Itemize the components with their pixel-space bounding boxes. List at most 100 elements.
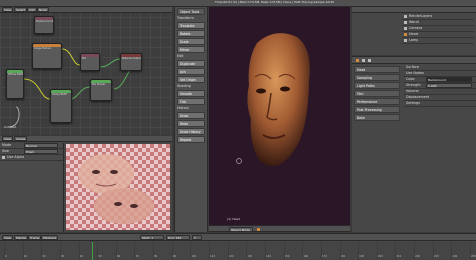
- node-links: [9, 48, 135, 128]
- top-info-text: Time:00:01.34 | Mem:174.5M, Peak:174.5M …: [215, 0, 335, 4]
- camera-icon: [404, 27, 407, 30]
- tool-redo[interactable]: Redo: [177, 120, 205, 127]
- timeline-tick-label: 150: [284, 255, 290, 258]
- tool-mirror[interactable]: Mirror: [177, 46, 205, 53]
- timeline-tick-label: 50: [98, 255, 102, 258]
- prop-value[interactable]: Prism: [24, 149, 58, 154]
- timeline[interactable]: View Marker Frame Playback Start: 1 End:…: [0, 233, 476, 260]
- prop-label: Mode: [2, 143, 12, 147]
- timeline-tick-label: 90: [172, 255, 177, 258]
- tool-flat[interactable]: Flat: [177, 98, 205, 105]
- tool-repeat[interactable]: Repeat: [177, 136, 205, 143]
- tool-scale[interactable]: Scale: [177, 38, 205, 45]
- outliner-item[interactable]: Lamp: [402, 38, 474, 44]
- outliner-item-label: Head: [409, 32, 418, 36]
- settings-button[interactable]: Bake: [354, 114, 400, 121]
- timeline-tick-label: 70: [135, 255, 139, 258]
- panel-header[interactable]: Settings: [404, 101, 476, 107]
- face-texture-map: [78, 154, 154, 224]
- node-diffuse-bsdf[interactable]: Diffuse BSDF: [6, 69, 24, 99]
- tool-rotate[interactable]: Rotate: [177, 30, 205, 37]
- properties-tabs: [352, 57, 476, 64]
- world-tab-icon[interactable]: [368, 59, 371, 62]
- outliner[interactable]: RenderLayers World Camera Head Lamp: [352, 7, 476, 55]
- panel-title: Surface: [406, 65, 419, 69]
- properties-editor[interactable]: Head Sampling Light Paths Film Performan…: [352, 56, 476, 232]
- tool-undo-history[interactable]: Undo History: [177, 128, 205, 135]
- tool-smooth[interactable]: Smooth: [177, 90, 205, 97]
- strength-field[interactable]: 1.000: [426, 83, 472, 88]
- settings-button[interactable]: Sampling: [354, 74, 400, 81]
- prop-value[interactable]: Normal: [24, 143, 58, 148]
- lamp-icon: [404, 39, 407, 42]
- menu-marker[interactable]: Marker: [14, 235, 29, 240]
- playhead[interactable]: [92, 242, 93, 260]
- timeline-tick-label: 130: [247, 255, 253, 258]
- rendered-head: [236, 33, 310, 167]
- tool-set-origin[interactable]: Set Origin: [177, 76, 205, 83]
- timeline-header: View Marker Frame Playback Start: 1 End:…: [0, 234, 476, 241]
- render-mode-icon[interactable]: [257, 228, 260, 231]
- node-mix[interactable]: Mix: [80, 53, 100, 71]
- end-frame-field[interactable]: End: 250: [166, 235, 190, 240]
- node-editor-status: Untitled: [4, 125, 16, 129]
- object-name-field[interactable]: Head: [354, 66, 400, 73]
- material-tab-icon[interactable]: [356, 59, 359, 62]
- section-title: Transform: [177, 16, 194, 20]
- timeline-tick-label: 140: [265, 255, 271, 258]
- prop-row: Use Alpha: [0, 155, 63, 161]
- object-tab-icon[interactable]: [362, 59, 365, 62]
- menu-playback[interactable]: Playback: [41, 235, 59, 240]
- tool-join[interactable]: Join: [177, 68, 205, 75]
- image-editor-header: View Image: [0, 136, 172, 142]
- panel-title: Settings: [406, 101, 420, 105]
- render-layers-icon: [404, 15, 407, 18]
- timeline-tick-label: 190: [359, 255, 365, 258]
- menu-view[interactable]: View: [2, 235, 14, 240]
- menu-frame[interactable]: Frame: [28, 235, 42, 240]
- node-image-texture[interactable]: Image Texture: [32, 43, 62, 69]
- outliner-item-label: RenderLayers: [409, 14, 433, 18]
- toolshelf-header: Object Tools: [177, 8, 205, 15]
- tool-translate[interactable]: Translate: [177, 22, 205, 29]
- node-title: Mix: [82, 57, 87, 60]
- timeline-tick-label: 180: [340, 255, 346, 258]
- menu-view[interactable]: View: [2, 136, 14, 141]
- timeline-tick-label: 200: [377, 255, 383, 258]
- tool-undo[interactable]: Undo: [177, 112, 205, 119]
- viewport-3d[interactable]: (1) Head: [209, 7, 350, 225]
- timeline-ruler[interactable]: 0 10 20 30 40 50 60 70 80 90 100 110 120 130 140 150 160…: [0, 242, 476, 260]
- panel-title: Displacement: [406, 95, 430, 99]
- node-texture-coordinate[interactable]: Texture Coordinate: [34, 16, 54, 34]
- node-glossy-bsdf[interactable]: Glossy BSDF: [50, 89, 72, 123]
- settings-button[interactable]: Light Paths: [354, 82, 400, 89]
- panel-title: Use Nodes: [406, 71, 425, 75]
- mode-selector[interactable]: Object Mode: [229, 227, 253, 232]
- uv-texture-canvas[interactable]: [66, 144, 170, 230]
- settings-button[interactable]: Post Processing: [354, 106, 400, 113]
- timeline-tick-label: 210: [396, 255, 402, 258]
- node-editor[interactable]: View Select Add Node Texture Coordinate …: [0, 7, 172, 135]
- section-title: Edit: [177, 54, 184, 58]
- checkbox-icon[interactable]: [2, 156, 5, 159]
- color-field[interactable]: Background: [426, 77, 472, 82]
- image-editor[interactable]: View Image Mode Normal Size Prism Use Al…: [0, 136, 172, 232]
- tool-duplicate[interactable]: Duplicate: [177, 60, 205, 67]
- timeline-tick-label: 20: [42, 255, 46, 258]
- settings-button[interactable]: Film: [354, 90, 400, 97]
- menu-image[interactable]: Image: [14, 136, 28, 141]
- settings-button[interactable]: Performance: [354, 98, 400, 105]
- prop-value: Use Alpha: [7, 155, 25, 159]
- outliner-item-label: Camera: [409, 26, 423, 30]
- start-frame-field[interactable]: Start: 1: [140, 235, 164, 240]
- panel-title: Volume: [406, 89, 419, 93]
- top-info-bar: Time:00:01.34 | Mem:174.5M, Peak:174.5M …: [0, 0, 476, 7]
- node-mix-shader[interactable]: Mix Shader: [90, 79, 112, 101]
- timeline-tick-label: 10: [23, 255, 27, 258]
- current-frame-field[interactable]: 1: [192, 235, 202, 240]
- node-material-output[interactable]: Material Output: [120, 53, 142, 71]
- node-title: Image Texture: [34, 47, 51, 50]
- outliner-header: [352, 7, 476, 13]
- world-icon: [404, 21, 407, 24]
- timeline-tick-label: 110: [210, 255, 215, 258]
